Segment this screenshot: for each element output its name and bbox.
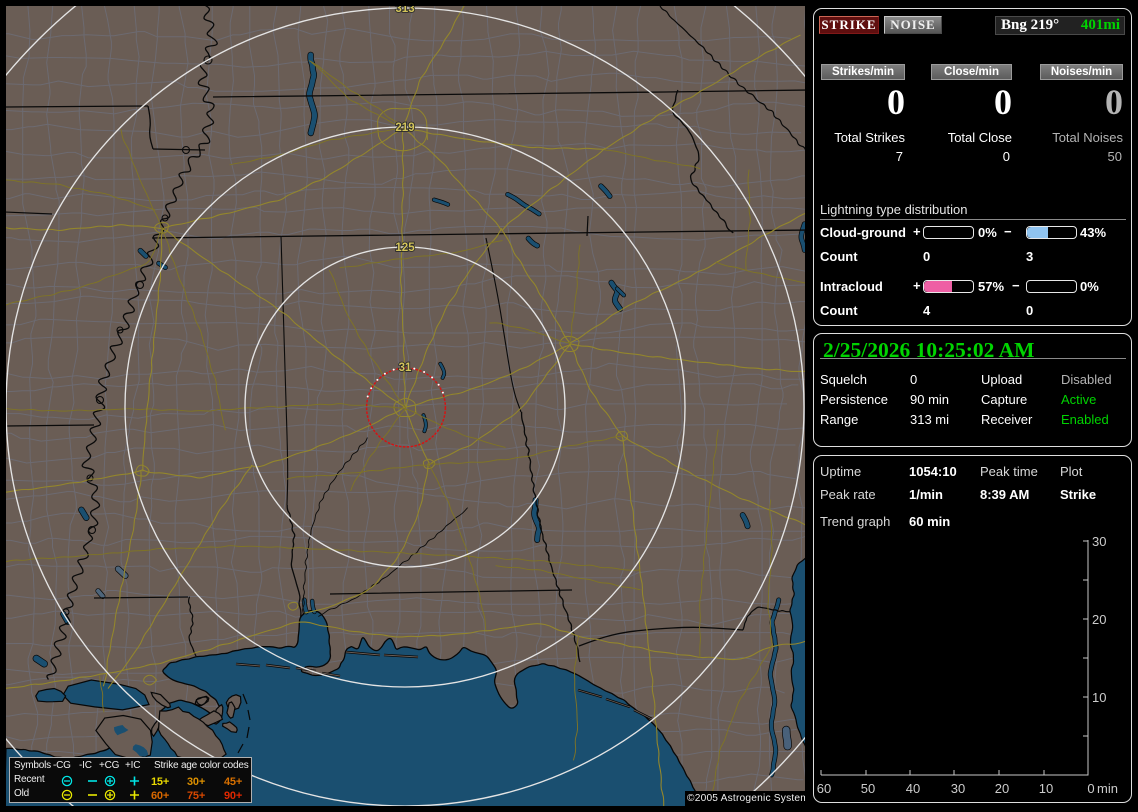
svg-text:75+: 75+ xyxy=(187,790,205,802)
svg-text:31: 31 xyxy=(399,362,412,374)
svg-text:min: min xyxy=(1097,781,1118,796)
svg-text:45+: 45+ xyxy=(224,776,242,788)
svg-text:20: 20 xyxy=(1092,612,1106,627)
svg-text:©2005 Astrogenic Systems: ©2005 Astrogenic Systems xyxy=(687,793,814,804)
svg-text:30: 30 xyxy=(1092,534,1106,549)
svg-text:0: 0 xyxy=(1087,781,1094,796)
svg-text:60+: 60+ xyxy=(151,790,169,802)
svg-text:90+: 90+ xyxy=(224,790,242,802)
svg-text:219: 219 xyxy=(395,122,414,134)
svg-text:10: 10 xyxy=(1092,690,1106,705)
svg-text:313: 313 xyxy=(395,3,414,15)
svg-text:20: 20 xyxy=(995,781,1009,796)
svg-text:125: 125 xyxy=(395,242,415,254)
svg-text:15+: 15+ xyxy=(151,776,169,788)
svg-text:10: 10 xyxy=(1039,781,1053,796)
svg-text:40: 40 xyxy=(906,781,920,796)
svg-text:50: 50 xyxy=(861,781,875,796)
svg-text:60: 60 xyxy=(817,781,831,796)
svg-text:30: 30 xyxy=(951,781,965,796)
svg-text:30+: 30+ xyxy=(187,776,205,788)
